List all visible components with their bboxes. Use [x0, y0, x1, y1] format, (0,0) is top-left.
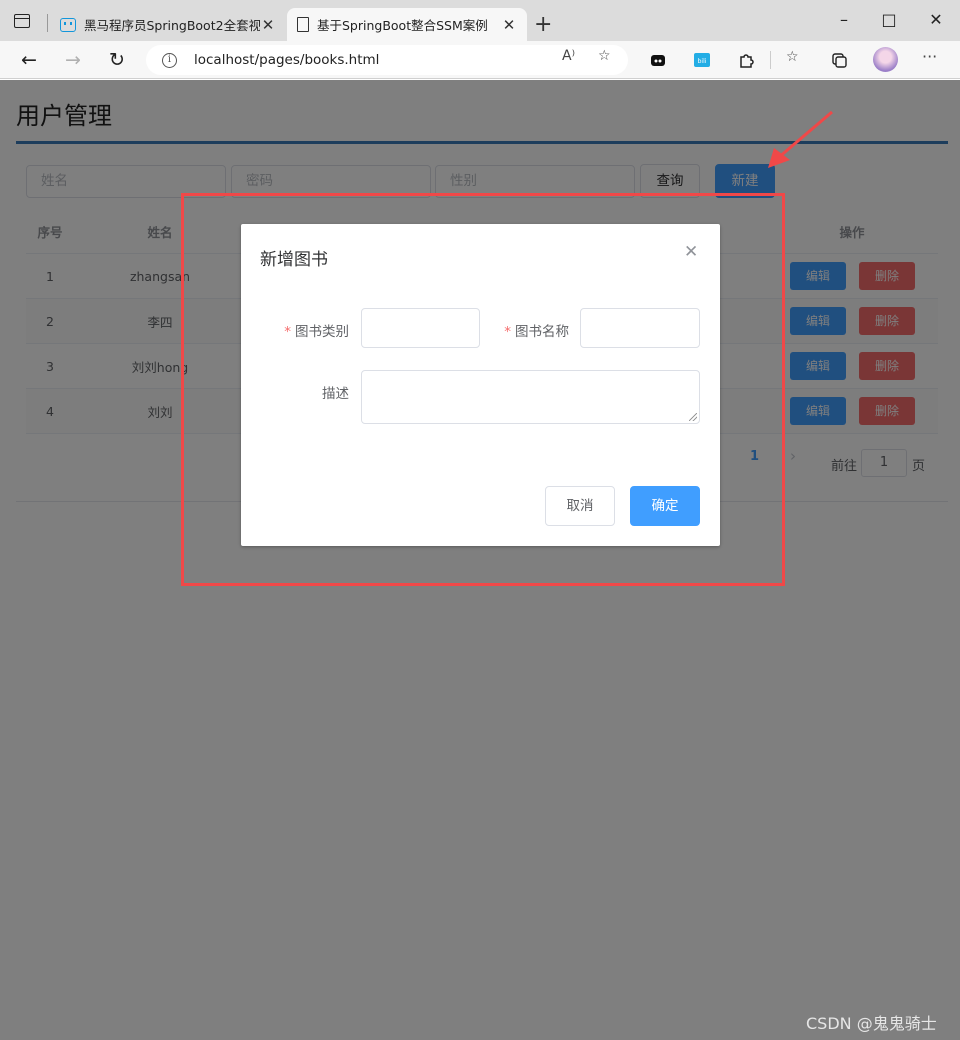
maximize-icon[interactable]: □: [879, 10, 899, 29]
back-icon[interactable]: ←: [18, 49, 40, 71]
tab-title: 基于SpringBoot整合SSM案例: [317, 18, 488, 33]
close-tab-icon[interactable]: ✕: [501, 16, 517, 34]
favorites-icon[interactable]: ☆: [786, 49, 799, 65]
browser-tab-active[interactable]: 基于SpringBoot整合SSM案例 ✕: [287, 8, 527, 41]
info-icon[interactable]: i: [162, 52, 177, 68]
minimize-icon[interactable]: –: [834, 10, 854, 29]
tab-actions-icon[interactable]: [14, 14, 30, 28]
refresh-icon[interactable]: ↻: [106, 49, 128, 71]
extension-tab-icon[interactable]: [649, 51, 667, 69]
favorite-add-icon[interactable]: ☆: [598, 48, 611, 64]
profile-avatar[interactable]: [873, 47, 898, 72]
close-tab-icon[interactable]: ✕: [260, 16, 276, 34]
toolbar-divider: [770, 51, 771, 69]
more-menu-icon[interactable]: ···: [922, 47, 937, 66]
read-aloud-icon[interactable]: A⁾: [562, 48, 575, 64]
annotation-arrow-icon: [768, 110, 833, 168]
address-toolbar: ← → ↻ i localhost/pages/books.html A⁾ ☆ …: [0, 41, 960, 79]
extensions-icon[interactable]: [737, 51, 755, 69]
address-bar[interactable]: i localhost/pages/books.html: [146, 45, 628, 75]
watermark: CSDN @鬼鬼骑士: [806, 1014, 937, 1033]
browser-tab-inactive[interactable]: 黑马程序员SpringBoot2全套视频 ✕: [50, 8, 286, 41]
forward-icon[interactable]: →: [62, 49, 84, 71]
bilibili-extension-icon[interactable]: bili: [693, 51, 711, 69]
tab-separator: [47, 14, 48, 32]
tab-title: 黑马程序员SpringBoot2全套视频: [84, 18, 260, 33]
document-icon: [297, 17, 309, 32]
url-text[interactable]: localhost/pages/books.html: [194, 52, 379, 68]
close-window-icon[interactable]: ✕: [926, 10, 946, 29]
browser-tab-bar: 黑马程序员SpringBoot2全套视频 ✕ 基于SpringBoot整合SSM…: [0, 0, 960, 41]
annotation-box: [181, 193, 785, 586]
bilibili-icon: [60, 17, 76, 32]
svg-text:bili: bili: [698, 58, 707, 65]
new-tab-icon[interactable]: +: [534, 12, 552, 37]
collections-icon[interactable]: [830, 51, 848, 69]
